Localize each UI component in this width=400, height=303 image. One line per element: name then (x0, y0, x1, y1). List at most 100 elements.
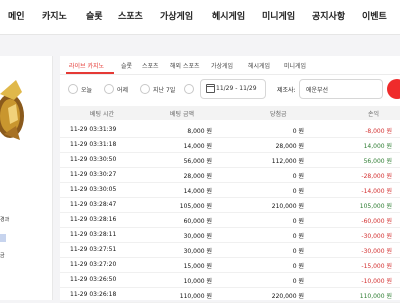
nav-item-main[interactable]: 메인 (8, 9, 25, 22)
bet-amount-cell: 8,000 원 (187, 128, 212, 135)
nav-item-hash-games[interactable]: 헤시게임 (212, 9, 245, 22)
calendar-icon (206, 84, 215, 93)
table-header: 베팅 시간 베팅 금액 당첨금 손익 (60, 106, 400, 120)
profit-loss-cell: 14,000 원 (363, 143, 392, 150)
radio-yesterday[interactable] (104, 84, 114, 94)
profit-loss-cell: -14,000 원 (361, 188, 392, 195)
top-navigation: 메인 카지노 슬롯 스포츠 가상게임 헤시게임 미니게임 공지사항 이벤트 (0, 0, 400, 35)
bet-amount-cell: 28,000 원 (183, 173, 212, 180)
bet-time-cell: 11-29 03:27:51 (70, 246, 117, 253)
profit-loss-cell: -10,000 원 (361, 278, 392, 285)
table-row: 11-29 03:27:20 15,000 원 0 원 -15,000 원 (60, 257, 400, 273)
tab-hash-games[interactable]: 헤시게임 (248, 61, 270, 70)
bet-amount-cell: 30,000 원 (183, 233, 212, 240)
sidebar-badge (0, 234, 6, 242)
bet-amount-cell: 60,000 원 (183, 218, 212, 225)
provider-select[interactable]: 에운부선 (299, 79, 383, 99)
tab-overseas-sports[interactable]: 해외 스포츠 (170, 61, 200, 70)
radio-today[interactable] (68, 84, 78, 94)
nav-item-slot[interactable]: 슬롯 (86, 9, 103, 22)
search-button[interactable] (387, 79, 400, 99)
table-row: 11-29 03:28:16 60,000 원 0 원 -60,000 원 (60, 212, 400, 228)
nav-item-sports[interactable]: 스포츠 (118, 9, 143, 22)
tab-virtual-games[interactable]: 가상게임 (211, 61, 233, 70)
left-panel: 경과 금 (0, 56, 53, 300)
sidebar-text-amount: 금 (0, 253, 5, 259)
header-bet-time: 베팅 시간 (90, 111, 114, 118)
bet-amount-cell: 14,000 원 (183, 143, 212, 150)
winnings-cell: 0 원 (292, 218, 304, 225)
table-row: 11-29 03:27:51 30,000 원 0 원 -30,000 원 (60, 242, 400, 258)
header-winnings: 당첨금 (270, 111, 287, 118)
table-row: 11-29 03:30:27 28,000 원 0 원 -28,000 원 (60, 167, 400, 183)
tab-sports[interactable]: 스포츠 (142, 61, 159, 70)
winnings-cell: 0 원 (292, 233, 304, 240)
gold-coin-icon (0, 80, 24, 140)
bet-amount-cell: 14,000 원 (183, 188, 212, 195)
profit-loss-cell: -28,000 원 (361, 173, 392, 180)
winnings-cell: 210,000 원 (271, 203, 304, 210)
profit-loss-cell: -30,000 원 (361, 233, 392, 240)
bet-time-cell: 11-29 03:28:16 (70, 216, 117, 223)
active-tab-indicator (66, 72, 114, 74)
profit-loss-cell: -60,000 원 (361, 218, 392, 225)
winnings-cell: 0 원 (292, 278, 304, 285)
bet-time-cell: 11-29 03:30:05 (70, 186, 117, 193)
provider-label: 제조사: (277, 87, 296, 94)
tab-slot[interactable]: 슬롯 (121, 61, 132, 70)
provider-value: 에운부선 (306, 87, 329, 94)
header-profit-loss: 손익 (368, 111, 380, 118)
table-row: 11-29 03:28:47 105,000 원 210,000 원 105,000 … (60, 197, 400, 213)
radio-last-7-days[interactable] (140, 84, 150, 94)
profit-loss-cell: 105,000 원 (359, 203, 392, 210)
nav-item-notices[interactable]: 공지사항 (312, 9, 345, 22)
bet-amount-cell: 15,000 원 (183, 263, 212, 270)
profit-loss-cell: -8,000 원 (365, 128, 392, 135)
date-range-value: 11/29 - 11/29 (216, 85, 257, 92)
winnings-cell: 0 원 (292, 263, 304, 270)
game-tabs: 라이브 카지노 슬롯 스포츠 해외 스포츠 가상게임 헤시게임 미니게임 (60, 56, 400, 75)
bet-time-cell: 11-29 03:27:20 (70, 261, 117, 268)
radio-label-last-7-days: 지난 7일 (153, 87, 176, 94)
winnings-cell: 220,000 원 (271, 293, 304, 300)
profit-loss-cell: -15,000 원 (361, 263, 392, 270)
bet-amount-cell: 110,000 원 (179, 293, 212, 300)
filter-bar: 오늘 어제 지난 7일 11/29 - 11/29 제조사: 에운부선 (60, 78, 400, 102)
profit-loss-cell: -30,000 원 (361, 248, 392, 255)
nav-item-virtual-games[interactable]: 가상게임 (160, 9, 193, 22)
nav-item-casino[interactable]: 카지노 (42, 9, 67, 22)
sidebar-text-result: 경과 (0, 217, 10, 223)
winnings-cell: 0 원 (292, 173, 304, 180)
radio-custom-range[interactable] (184, 84, 194, 94)
bet-time-cell: 11-29 03:28:47 (70, 201, 117, 208)
winnings-cell: 0 원 (292, 128, 304, 135)
winnings-cell: 0 원 (292, 248, 304, 255)
tab-mini-games[interactable]: 미니게임 (284, 61, 306, 70)
header-bet-amount: 베팅 금액 (170, 111, 194, 118)
table-row: 11-29 03:26:18 110,000 원 220,000 원 110,000 … (60, 287, 400, 303)
table-row: 11-29 03:31:39 8,000 원 0 원 -8,000 원 (60, 122, 400, 138)
winnings-cell: 28,000 원 (275, 143, 304, 150)
bet-amount-cell: 30,000 원 (183, 248, 212, 255)
nav-item-mini-games[interactable]: 미니게임 (262, 9, 295, 22)
bet-time-cell: 11-29 03:30:50 (70, 156, 117, 163)
radio-label-yesterday: 어제 (117, 87, 129, 94)
bet-time-cell: 11-29 03:30:27 (70, 171, 117, 178)
bet-amount-cell: 105,000 원 (179, 203, 212, 210)
bet-amount-cell: 56,000 원 (183, 158, 212, 165)
date-range-picker[interactable]: 11/29 - 11/29 (200, 79, 266, 99)
profit-loss-cell: 110,000 원 (359, 293, 392, 300)
table-row: 11-29 03:26:50 10,000 원 0 원 -10,000 원 (60, 272, 400, 288)
nav-item-events[interactable]: 이벤트 (362, 9, 387, 22)
table-row: 11-29 03:30:50 56,000 원 112,000 원 56,000 원 (60, 152, 400, 168)
tab-live-casino[interactable]: 라이브 카지노 (69, 61, 104, 70)
bet-time-cell: 11-29 03:28:11 (70, 231, 117, 238)
winnings-cell: 112,000 원 (271, 158, 304, 165)
bet-time-cell: 11-29 03:31:39 (70, 126, 117, 133)
bet-time-cell: 11-29 03:26:50 (70, 276, 117, 283)
table-row: 11-29 03:30:05 14,000 원 0 원 -14,000 원 (60, 182, 400, 198)
table-row: 11-29 03:28:11 30,000 원 0 원 -30,000 원 (60, 227, 400, 243)
bet-amount-cell: 10,000 원 (183, 278, 212, 285)
bet-time-cell: 11-29 03:26:18 (70, 291, 117, 298)
betting-history-panel: 라이브 카지노 슬롯 스포츠 해외 스포츠 가상게임 헤시게임 미니게임 오늘 … (60, 56, 400, 303)
